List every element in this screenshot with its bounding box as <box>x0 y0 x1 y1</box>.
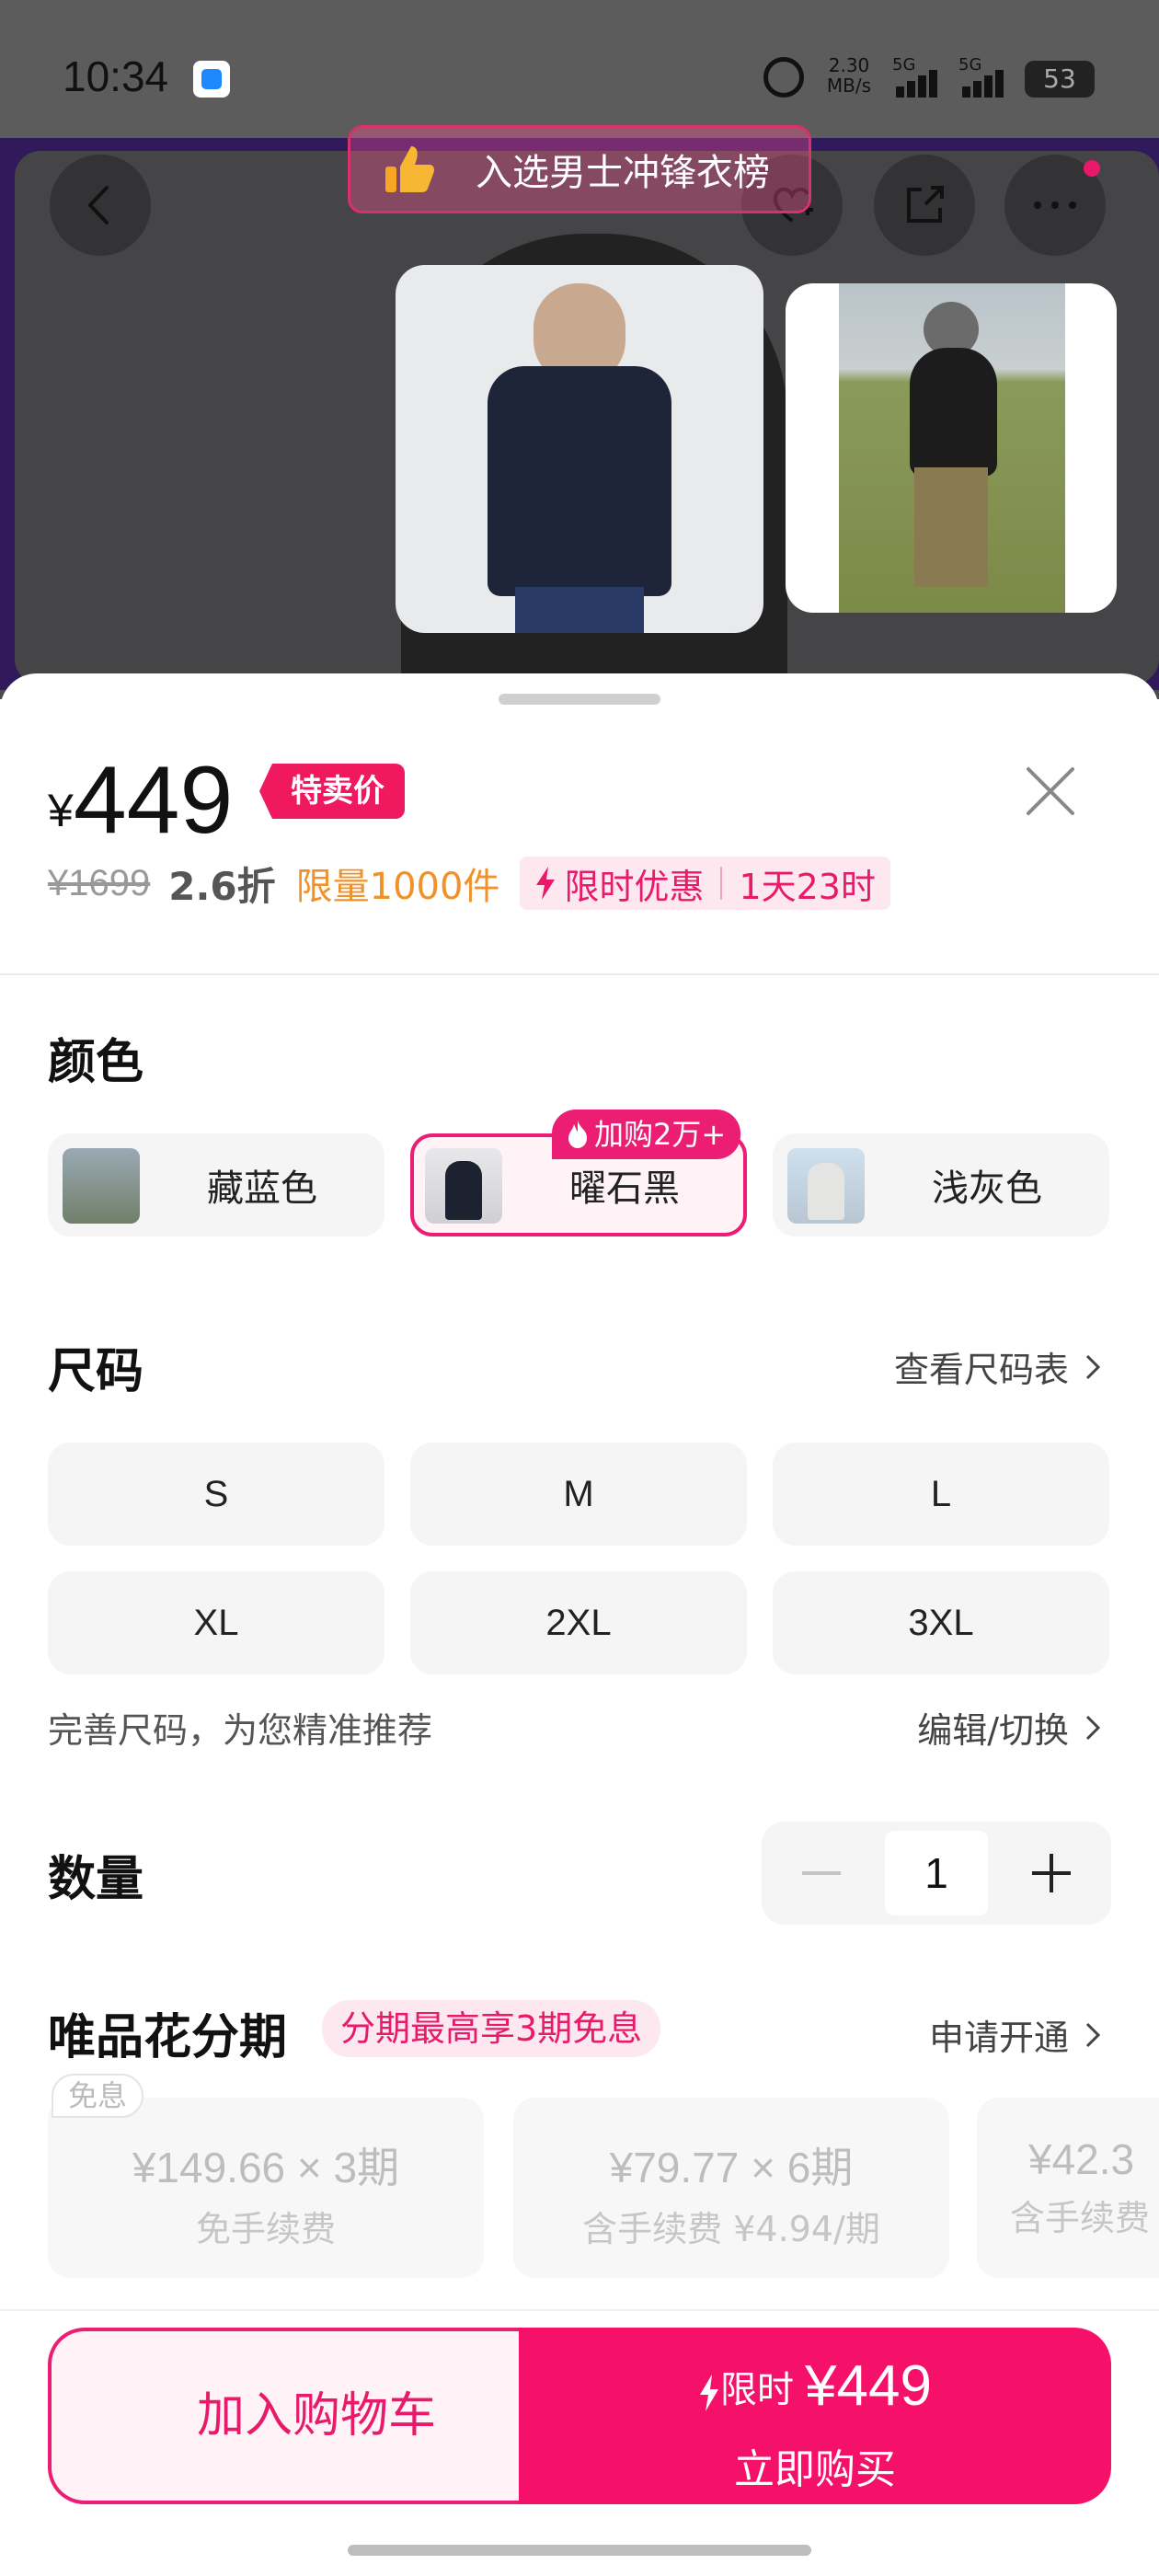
limited-quantity: 限量1000件 <box>295 866 500 908</box>
size-option-3xl[interactable]: 3XL <box>773 1571 1109 1674</box>
net-speed-value: 2.30 <box>828 54 870 76</box>
buy-flash-label: 限时 <box>720 2369 795 2411</box>
back-icon <box>88 186 109 224</box>
signal-icon: 5G <box>892 55 957 98</box>
status-time: 10:34 <box>63 52 169 100</box>
app-notification-icon <box>193 61 230 98</box>
original-price: ¥1699 <box>48 862 151 903</box>
color-option-label: 曜石黑 <box>569 1167 680 1210</box>
rank-badge-label: 入选男士冲锋衣榜 <box>476 152 770 194</box>
net-speed-unit: MB/s <box>826 75 872 97</box>
share-button[interactable] <box>874 155 975 256</box>
gallery-thumb-navy[interactable] <box>396 265 763 633</box>
color-swatch-grey <box>787 1148 865 1224</box>
color-option-label: 浅灰色 <box>932 1167 1042 1210</box>
installment-section-title: 唯品花分期 <box>48 2010 288 2065</box>
size-option-2xl[interactable]: 2XL <box>410 1571 747 1674</box>
status-indicators: 2.30 MB/s 5G 5G 53 <box>763 53 1131 105</box>
notification-dot <box>1084 160 1100 177</box>
signal-2-label: 5G <box>958 55 982 75</box>
flame-icon <box>568 1121 587 1148</box>
size-edit-link-label: 编辑/切换 <box>917 1710 1069 1751</box>
network-speed: 2.30 MB/s <box>817 55 881 96</box>
quantity-decrease-button[interactable] <box>762 1822 881 1925</box>
lightning-icon <box>536 867 556 900</box>
close-button[interactable] <box>1016 756 1085 826</box>
color-swatch-black <box>425 1148 502 1224</box>
more-icon <box>1034 201 1076 209</box>
back-button[interactable] <box>50 155 151 256</box>
signal-icon: 5G <box>958 55 1023 98</box>
plan-fee: 含手续费 <box>1010 2198 1151 2238</box>
installment-apply-label: 申请开通 <box>928 2018 1069 2058</box>
color-swatch-navy <box>63 1148 140 1224</box>
sale-price: 449 <box>73 747 234 854</box>
hot-badge: 加购2万+ <box>552 1110 741 1159</box>
quantity-value[interactable]: 1 <box>885 1831 988 1915</box>
rank-badge[interactable]: 入选男士冲锋衣榜 <box>348 125 811 213</box>
battery-icon: 53 <box>1025 61 1095 98</box>
close-icon <box>1027 767 1074 815</box>
price-row: ¥ 449 <box>48 747 233 848</box>
thumbs-up-icon <box>384 143 437 196</box>
color-option-light-grey[interactable]: 浅灰色 <box>773 1133 1109 1236</box>
flash-sale-badge: 限时优惠 1天23时 <box>520 857 890 910</box>
special-price-tag: 特卖价 <box>259 764 405 819</box>
plus-icon <box>1032 1854 1071 1892</box>
color-section-title: 颜色 <box>48 1035 144 1090</box>
hot-badge-label: 加购2万+ <box>594 1117 727 1152</box>
buy-price-line: 限时 ¥449 <box>519 2353 1111 2419</box>
installment-plan-12[interactable]: ¥42.3 含手续费 <box>977 2098 1159 2278</box>
size-option-m[interactable]: M <box>410 1443 747 1546</box>
size-edit-link[interactable]: 编辑/切换 <box>917 1702 1107 1753</box>
size-option-xl[interactable]: XL <box>48 1571 384 1674</box>
buy-now-label: 立即购买 <box>734 2446 896 2493</box>
plan-amount: ¥79.77 × 6期 <box>609 2144 854 2191</box>
quantity-section-title: 数量 <box>48 1852 144 1907</box>
add-to-cart-button[interactable]: 加入购物车 <box>48 2328 581 2504</box>
installment-apply-link[interactable]: 申请开通 <box>929 2009 1107 2060</box>
chevron-right-icon <box>1085 1354 1101 1379</box>
price-detail-row: ¥1699 2.6折 限量1000件 限时优惠 1天23时 <box>48 856 890 911</box>
gallery-thumb-outdoor[interactable] <box>786 283 1117 613</box>
flash-sale-label: 限时优惠 <box>564 866 705 907</box>
size-recommend-hint: 完善尺码，为您精准推荐 <box>48 1710 433 1751</box>
sheet-drag-handle[interactable] <box>499 694 660 705</box>
buy-price: ¥449 <box>805 2354 932 2418</box>
discount-rate: 2.6折 <box>168 863 276 909</box>
size-option-l[interactable]: L <box>773 1443 1109 1546</box>
quantity-stepper: 1 <box>762 1822 1111 1925</box>
plan-amount: ¥149.66 × 3期 <box>132 2144 400 2191</box>
bottom-action-bar: 加入购物车 限时 ¥449 立即购买 <box>0 2309 1159 2576</box>
size-option-s[interactable]: S <box>48 1443 384 1546</box>
interest-free-tag: 免息 <box>52 2074 144 2118</box>
status-bar: 10:34 2.30 MB/s 5G 5G 53 <box>0 0 1159 138</box>
installment-plan-3[interactable]: ¥149.66 × 3期 免手续费 <box>48 2098 484 2278</box>
installment-promo-tag: 分期最高享3期免息 <box>322 2000 661 2057</box>
lightning-icon <box>700 2375 719 2411</box>
plan-fee: 免手续费 <box>195 2209 336 2249</box>
signal-1-label: 5G <box>892 55 916 75</box>
currency-symbol: ¥ <box>48 785 74 836</box>
color-option-navy[interactable]: 藏蓝色 <box>48 1133 384 1236</box>
color-option-label: 藏蓝色 <box>207 1167 317 1210</box>
flash-countdown: 1天23时 <box>739 866 876 907</box>
installment-plan-6[interactable]: ¥79.77 × 6期 含手续费 ¥4.94/期 <box>513 2098 949 2278</box>
size-chart-link-label: 查看尺码表 <box>893 1350 1069 1390</box>
size-section-title: 尺码 <box>48 1344 144 1399</box>
buy-now-button[interactable]: 限时 ¥449 立即购买 <box>519 2328 1111 2504</box>
divider <box>0 973 1159 975</box>
plan-amount: ¥42.3 <box>1028 2135 1135 2183</box>
size-chart-link[interactable]: 查看尺码表 <box>894 1341 1107 1392</box>
sku-selection-sheet: ¥ 449 特卖价 ¥1699 2.6折 限量1000件 限时优惠 1天23时 … <box>0 673 1159 2576</box>
plan-fee: 含手续费 ¥4.94/期 <box>582 2209 880 2249</box>
quantity-increase-button[interactable] <box>992 1822 1111 1925</box>
chevron-right-icon <box>1085 1715 1101 1740</box>
share-icon <box>907 186 944 223</box>
alarm-icon <box>763 57 804 98</box>
minus-icon <box>802 1871 841 1875</box>
chevron-right-icon <box>1085 2022 1101 2047</box>
home-indicator[interactable] <box>348 2545 811 2556</box>
